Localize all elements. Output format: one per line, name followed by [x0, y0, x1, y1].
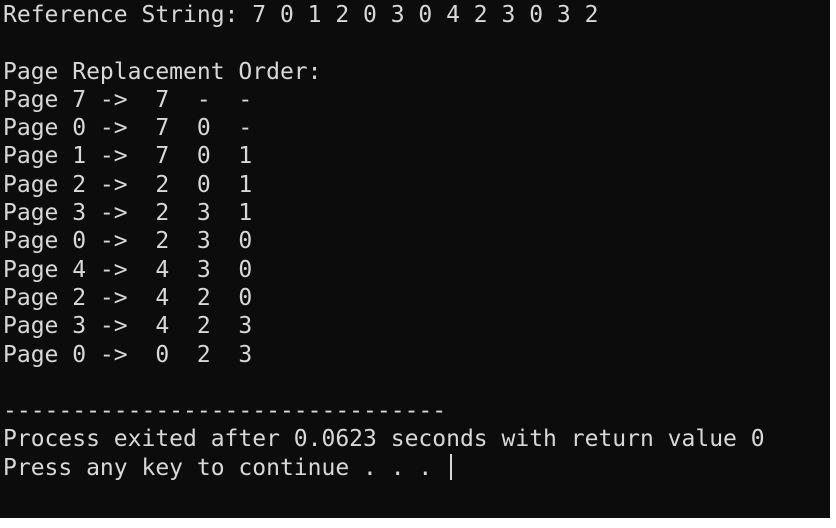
replacement-row: Page 3 -> 4 2 3	[3, 313, 253, 340]
replacement-row: Page 0 -> 0 2 3	[3, 341, 253, 368]
separator-line: --------------------------------	[3, 398, 447, 425]
replacement-rows: Page 7 -> 7 - - Page 0 -> 7 0 - Page 1 -…	[3, 86, 830, 369]
replacement-row: Page 0 -> 2 3 0	[3, 228, 253, 255]
replacement-row: Page 2 -> 4 2 0	[3, 284, 253, 311]
text-cursor	[450, 453, 453, 480]
replacement-row: Page 0 -> 7 0 -	[3, 115, 253, 142]
console-window: Reference String: 7 0 1 2 0 3 0 4 2 3 0 …	[0, 0, 830, 518]
replacement-row: Page 4 -> 4 3 0	[3, 256, 253, 283]
replacement-row: Page 1 -> 7 0 1	[3, 143, 253, 170]
press-key-text: Press any key to continue . . .	[3, 454, 447, 481]
replacement-header: Page Replacement Order:	[3, 58, 322, 85]
reference-string-line: Reference String: 7 0 1 2 0 3 0 4 2 3 0 …	[3, 2, 599, 28]
replacement-row: Page 7 -> 7 - -	[3, 86, 253, 113]
press-key-line[interactable]: Press any key to continue . . .	[3, 453, 830, 482]
replacement-row: Page 2 -> 2 0 1	[3, 171, 253, 198]
replacement-row: Page 3 -> 2 3 1	[3, 200, 253, 227]
process-exit-line: Process exited after 0.0623 seconds with…	[3, 426, 765, 453]
